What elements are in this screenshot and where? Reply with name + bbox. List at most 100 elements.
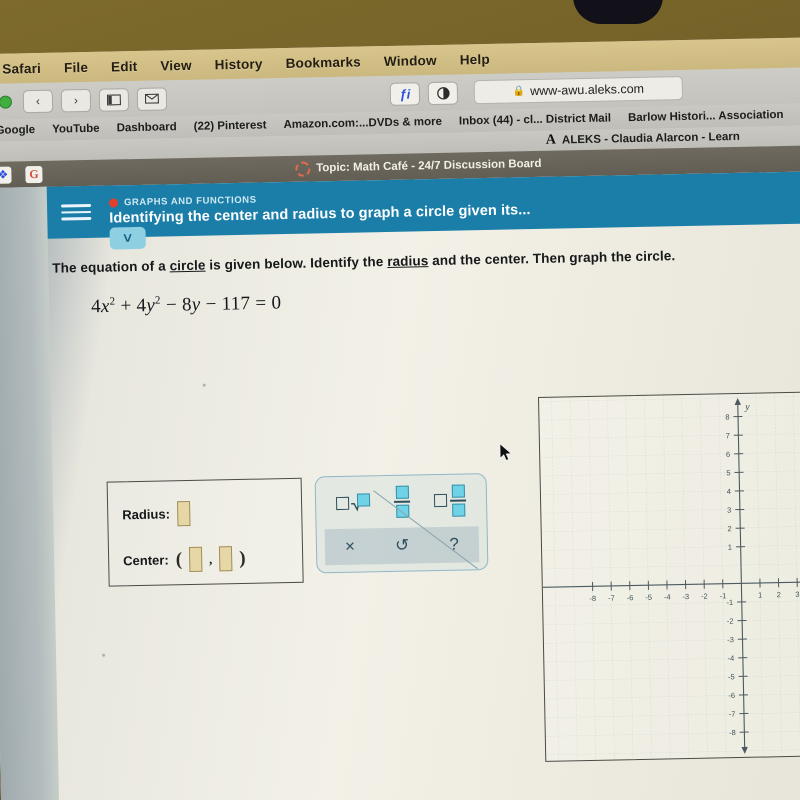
close-paren: ): [239, 547, 246, 569]
svg-text:5: 5: [726, 468, 730, 477]
dust-speck-1: [202, 383, 206, 387]
svg-text:7: 7: [726, 431, 730, 440]
web-page: GRAPHS AND FUNCTIONS Identifying the cen…: [0, 171, 800, 800]
laptop-screen: Safari File Edit View History Bookmarks …: [0, 37, 800, 800]
screenshot-root: Safari File Edit View History Bookmarks …: [0, 0, 800, 800]
back-button[interactable]: ‹: [22, 89, 54, 113]
square-root-button[interactable]: [335, 493, 371, 512]
fraction-bar: [394, 500, 411, 503]
undo-button[interactable]: ↺: [395, 536, 410, 556]
math-toolbar-bottom-row: × ↺ ?: [324, 526, 480, 566]
svg-text:-6: -6: [728, 691, 735, 700]
bookmark-inbox[interactable]: Inbox (44) - cl... District Mail: [459, 112, 611, 127]
svg-text:-4: -4: [664, 592, 671, 601]
mail-icon[interactable]: [136, 86, 168, 111]
contrast-glyph: [436, 86, 450, 100]
sidebar-icon[interactable]: [98, 87, 130, 112]
y-axis-label: y: [744, 402, 750, 413]
svg-text:-1: -1: [726, 598, 733, 607]
center-y-input[interactable]: [219, 546, 233, 572]
menu-item-bookmarks[interactable]: Bookmarks: [285, 54, 361, 71]
menu-item-history[interactable]: History: [215, 56, 263, 72]
forward-button[interactable]: ›: [60, 88, 92, 113]
menu-item-view[interactable]: View: [160, 57, 192, 73]
radius-row: Radius:: [122, 501, 191, 527]
svg-text:1: 1: [728, 543, 732, 552]
address-bar[interactable]: 🔒 www-awu.aleks.com: [473, 76, 684, 105]
svg-text:-5: -5: [645, 593, 652, 602]
bookmark-dashboard[interactable]: Dashboard: [117, 121, 177, 134]
url-text: www-awu.aleks.com: [529, 81, 645, 99]
center-label: Center:: [123, 552, 169, 569]
accessibility-icon[interactable]: ƒi: [389, 81, 421, 106]
prompt-part-2: is given below. Identify the: [205, 253, 388, 273]
menu-item-help[interactable]: Help: [460, 51, 490, 67]
svg-text:-8: -8: [729, 728, 736, 737]
prompt-part-1: The equation of a: [52, 258, 170, 276]
svg-text:-7: -7: [608, 593, 615, 602]
hamburger-menu-icon[interactable]: [61, 200, 92, 225]
menu-item-window[interactable]: Window: [384, 52, 437, 68]
svg-text:3: 3: [727, 506, 731, 515]
cursor-glyph: [499, 442, 512, 461]
category-label: GRAPHS AND FUNCTIONS: [123, 194, 257, 208]
menu-item-edit[interactable]: Edit: [111, 58, 138, 74]
mixed-denominator-box: [451, 503, 465, 517]
radius-label: Radius:: [122, 506, 171, 523]
math-toolbar-top-row: [316, 474, 487, 529]
bookmark-barlow[interactable]: Barlow Histori... Association: [628, 109, 784, 124]
envelope-glyph: [144, 93, 159, 104]
menu-item-safari[interactable]: Safari: [2, 60, 41, 76]
link-radius[interactable]: radius: [387, 253, 428, 269]
bookmark-google[interactable]: Google: [0, 124, 35, 137]
google-g-icon[interactable]: G: [25, 165, 43, 183]
window-fullscreen-button[interactable]: [0, 94, 13, 109]
page-content: GRAPHS AND FUNCTIONS Identifying the cen…: [46, 171, 800, 800]
link-circle[interactable]: circle: [169, 258, 205, 274]
lock-icon: 🔒: [512, 85, 526, 97]
pinned-tab-icon[interactable]: ❖: [0, 166, 12, 184]
svg-text:-3: -3: [727, 635, 734, 644]
tab-title-text: Topic: Math Café - 24/7 Discussion Board: [316, 157, 542, 175]
comma: ,: [208, 551, 213, 567]
mixed-number-button[interactable]: [433, 484, 467, 517]
center-row: Center: ( , ): [123, 546, 246, 573]
sidebar-glyph: [106, 93, 121, 106]
math-input-toolbar: × ↺ ?: [314, 473, 489, 574]
equation: 4x2 + 4y2 − 8y − 117 = 0: [90, 292, 282, 318]
contrast-icon[interactable]: [427, 81, 459, 105]
question-prompt: The equation of a circle is given below.…: [52, 247, 742, 276]
radius-input[interactable]: [176, 501, 191, 527]
center-x-input[interactable]: [188, 546, 203, 573]
coordinate-graph-panel[interactable]: y -8 -7 -6 -5 -4 -3 -2 -1 1 2 3 8 7 6 5 …: [537, 391, 800, 762]
svg-text:2: 2: [727, 524, 731, 533]
svg-text:4: 4: [727, 487, 731, 496]
radical-inner-box: [356, 493, 371, 507]
svg-text:-8: -8: [589, 594, 596, 603]
svg-text:-6: -6: [627, 593, 634, 602]
svg-text:-7: -7: [729, 709, 736, 718]
svg-text:6: 6: [726, 450, 730, 459]
record-dot-icon: [108, 197, 119, 208]
svg-text:-1: -1: [720, 591, 727, 600]
radicand-placeholder-box: [335, 496, 350, 510]
bookmark-youtube[interactable]: YouTube: [52, 123, 100, 136]
svg-text:1: 1: [758, 591, 762, 600]
chevron-down-icon[interactable]: ˅: [109, 226, 146, 250]
bookmark-amazon[interactable]: Amazon.com:...DVDs & more: [283, 116, 442, 131]
menu-item-file[interactable]: File: [64, 59, 88, 74]
header-text-block: GRAPHS AND FUNCTIONS Identifying the cen…: [108, 189, 531, 226]
svg-text:3: 3: [795, 590, 799, 599]
clear-button[interactable]: ×: [345, 537, 355, 557]
open-paren: (: [175, 548, 183, 570]
answer-box: Radius: Center: ( , ): [106, 477, 304, 587]
svg-text:8: 8: [725, 413, 729, 422]
bookmark-pinterest[interactable]: (22) Pinterest: [194, 119, 267, 132]
bookmark-aleks-learn[interactable]: ALEKS - Claudia Alarcon - Learn: [562, 131, 740, 147]
svg-text:-5: -5: [728, 672, 735, 681]
mixed-fraction-part: [450, 484, 467, 517]
mixed-numerator-box: [451, 484, 465, 498]
numerator-box: [395, 485, 409, 499]
loading-spinner-icon: [295, 161, 311, 177]
svg-text:2: 2: [777, 590, 781, 599]
